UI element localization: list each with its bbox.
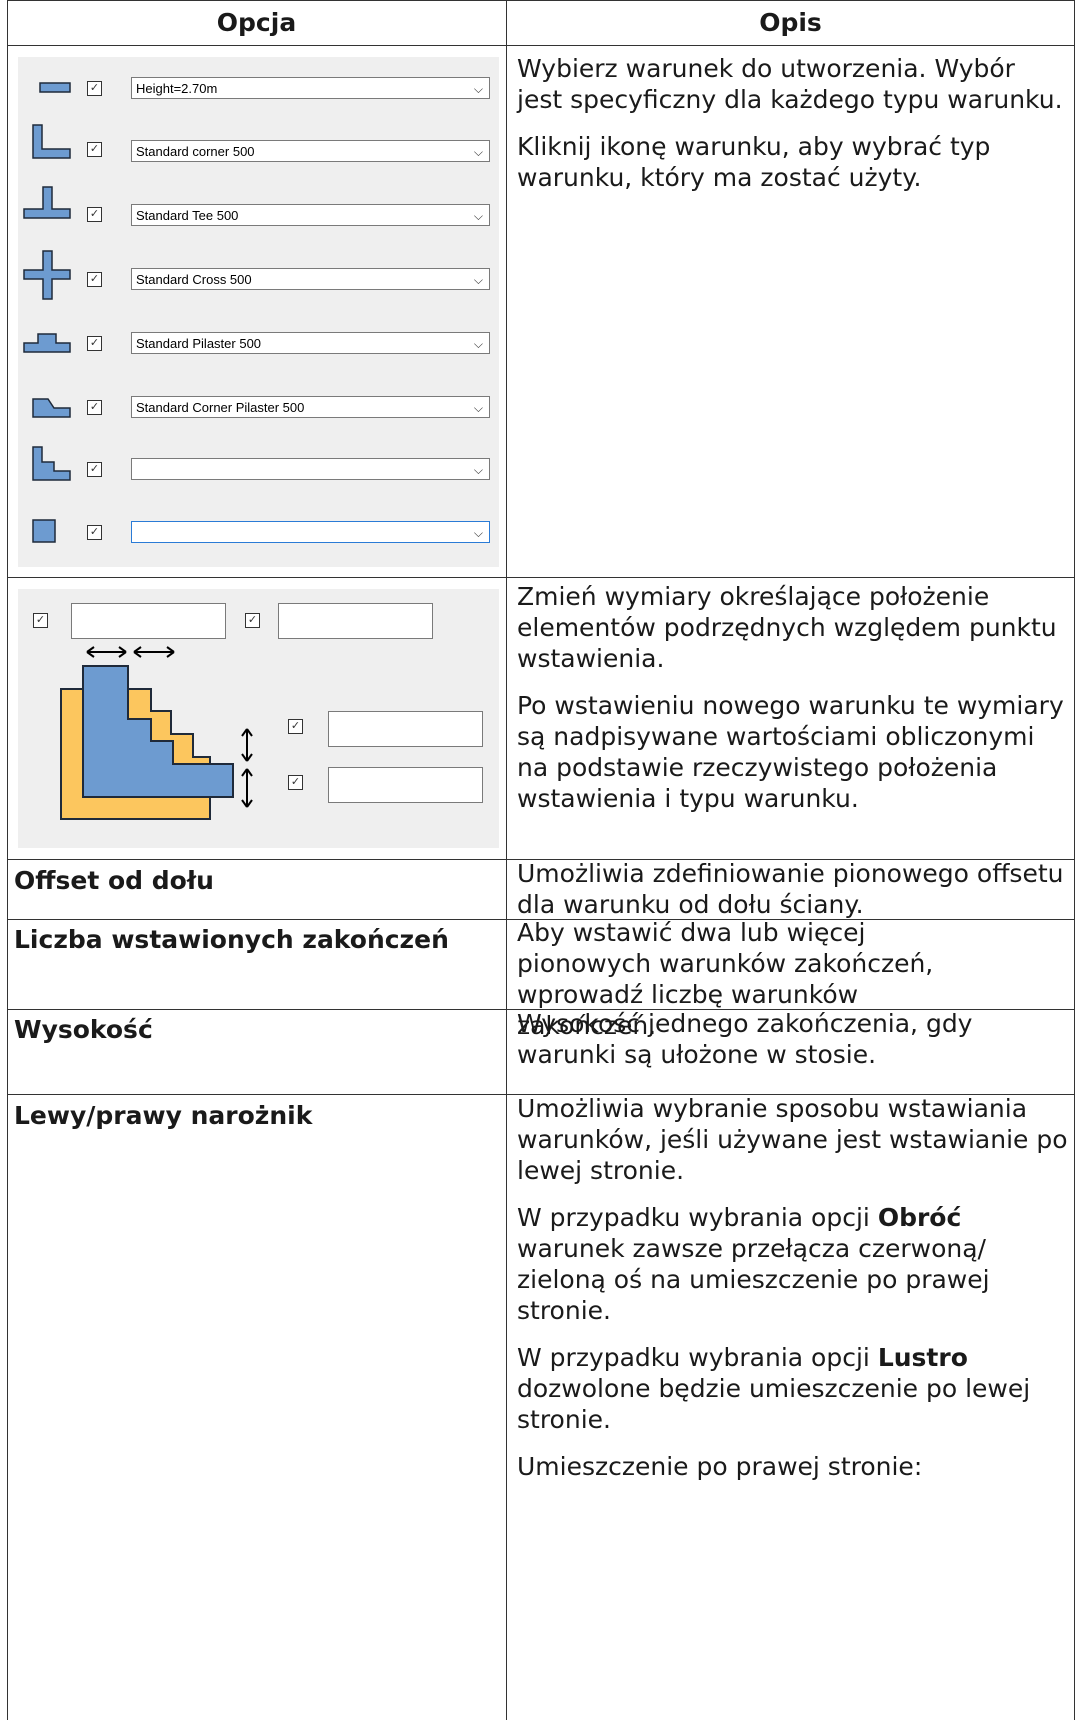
pilaster-icon[interactable] — [23, 333, 71, 353]
condition-dropdown[interactable]: Standard Tee 500 ⌵ — [131, 204, 490, 226]
description-paragraph: W przypadku wybrania opcji Lustro dozwol… — [517, 1342, 1070, 1435]
chevron-down-icon: ⌵ — [473, 337, 483, 351]
condition-checkbox[interactable]: ✓ — [87, 462, 102, 477]
option-label: Liczba wstawionych zakończeń — [14, 925, 449, 954]
description-paragraph: Po wstawieniu nowego warunku te wymiary … — [517, 691, 1064, 813]
option-description: Wysokość jednego zakończenia, gdy warunk… — [517, 1009, 973, 1069]
condition-checkbox[interactable]: ✓ — [87, 336, 102, 351]
dropdown-value: Standard Cross 500 — [136, 272, 252, 287]
cross-icon[interactable] — [23, 250, 71, 300]
option-description: Umożliwia wybranie sposobu wstawiania wa… — [517, 1093, 1070, 1498]
mirror-option-label: Lustro — [877, 1343, 968, 1372]
row-divider — [7, 577, 1075, 578]
text-run: dozwolone będzie umieszczenie po lewej s… — [517, 1374, 1031, 1434]
chevron-down-icon: ⌵ — [473, 209, 483, 223]
chevron-down-icon: ⌵ — [473, 82, 483, 96]
chevron-down-icon: ⌵ — [473, 273, 483, 287]
condition-dropdown[interactable]: ⌵ — [131, 458, 490, 480]
dimension-panel: ✓ ✓ ✓ ✓ — [18, 589, 499, 848]
option-label: Lewy/prawy narożnik — [14, 1101, 313, 1130]
condition-dropdown[interactable]: Standard Pilaster 500 ⌵ — [131, 332, 490, 354]
option-label: Offset od dołu — [14, 866, 214, 895]
dimension-diagram — [60, 646, 253, 820]
option-label: Wysokość — [14, 1015, 153, 1044]
header-divider — [7, 45, 1075, 46]
options-table: Opcja Opis ✓ ✓ ✓ ✓ ✓ ✓ ✓ ✓ Height=2.70m … — [7, 0, 1075, 1720]
text-run: W przypadku wybrania opcji — [517, 1343, 878, 1372]
header-option: Opcja — [216, 8, 297, 37]
description-paragraph: Wybierz warunek do utworzenia. Wybór jes… — [517, 54, 1063, 114]
option-description: Umożliwia zdefiniowanie pionowego offset… — [517, 859, 1064, 919]
condition-dropdown[interactable]: Standard Cross 500 ⌵ — [131, 268, 490, 290]
condition-checkbox[interactable]: ✓ — [87, 81, 102, 96]
row1-description: Wybierz warunek do utworzenia. Wybór jes… — [517, 53, 1067, 209]
header-description: Opis — [759, 8, 822, 37]
condition-checkbox[interactable]: ✓ — [87, 525, 102, 540]
table-border-left — [7, 0, 8, 1720]
corner-icon[interactable] — [32, 124, 71, 159]
square-icon[interactable] — [32, 519, 56, 543]
dropdown-value: Standard Tee 500 — [136, 208, 239, 223]
description-paragraph: W przypadku wybrania opcji Obróć warunek… — [517, 1202, 1070, 1326]
condition-dropdown[interactable]: Height=2.70m ⌵ — [131, 77, 490, 99]
column-divider — [506, 0, 507, 1720]
condition-checkbox[interactable]: ✓ — [87, 400, 102, 415]
condition-selector-panel: ✓ ✓ ✓ ✓ ✓ ✓ ✓ ✓ Height=2.70m ⌵ Standard c… — [18, 57, 499, 567]
condition-dropdown[interactable]: ⌵ — [131, 521, 490, 543]
condition-dropdown[interactable]: Standard Corner Pilaster 500 ⌵ — [131, 396, 490, 418]
text-run: warunek zawsze przełącza czerwoną/ zielo… — [517, 1234, 990, 1325]
description-paragraph: Kliknij ikonę warunku, aby wybrać typ wa… — [517, 132, 991, 192]
condition-checkbox[interactable]: ✓ — [87, 272, 102, 287]
dropdown-value: Standard corner 500 — [136, 144, 255, 159]
chevron-down-icon: ⌵ — [473, 526, 483, 540]
tee-icon[interactable] — [23, 186, 71, 219]
description-paragraph: Umieszczenie po prawej stronie: — [517, 1452, 923, 1481]
wall-segment-icon[interactable] — [39, 82, 71, 93]
condition-dropdown[interactable]: Standard corner 500 ⌵ — [131, 140, 490, 162]
condition-checkbox[interactable]: ✓ — [87, 207, 102, 222]
text-run: W przypadku wybrania opcji — [517, 1203, 878, 1232]
chevron-down-icon: ⌵ — [473, 401, 483, 415]
row2-description: Zmień wymiary określające położenie elem… — [517, 581, 1067, 830]
dropdown-value: Standard Pilaster 500 — [136, 336, 262, 351]
chevron-down-icon: ⌵ — [473, 463, 483, 477]
description-paragraph: Zmień wymiary określające położenie elem… — [517, 582, 1057, 673]
chevron-down-icon: ⌵ — [473, 145, 483, 159]
corner-pilaster-icon[interactable] — [32, 398, 71, 418]
description-paragraph: Umożliwia wybranie sposobu wstawiania wa… — [517, 1094, 1068, 1185]
dropdown-value: Height=2.70m — [136, 81, 218, 96]
condition-checkbox[interactable]: ✓ — [87, 142, 102, 157]
condition-icons — [23, 82, 71, 543]
dropdown-value: Standard Corner Pilaster 500 — [136, 400, 305, 415]
rotate-option-label: Obróć — [877, 1203, 962, 1232]
corner-icon[interactable] — [32, 446, 71, 481]
